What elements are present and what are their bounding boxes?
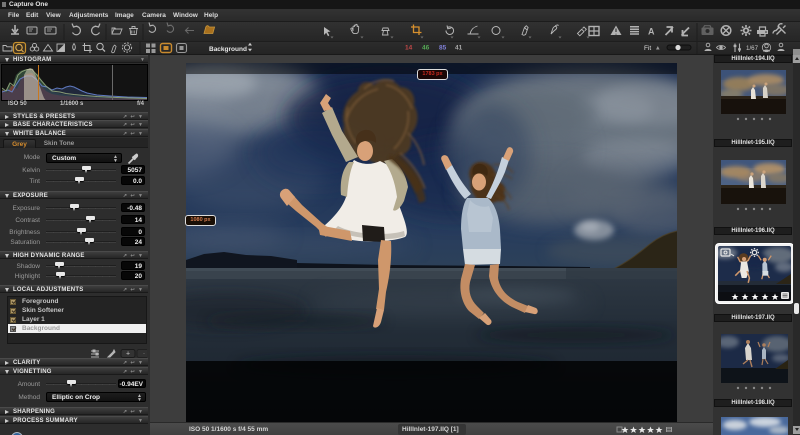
svg-text:14: 14 <box>405 45 413 52</box>
svg-text:+: + <box>126 351 130 358</box>
svg-text:Background: Background <box>209 46 247 53</box>
svg-text:-: - <box>143 351 145 357</box>
svg-text:A: A <box>648 27 655 37</box>
svg-text:Fit: Fit <box>644 45 651 52</box>
svg-text:1/67: 1/67 <box>746 45 759 52</box>
svg-text:46: 46 <box>422 45 430 52</box>
svg-text:85: 85 <box>439 45 447 52</box>
svg-text:41: 41 <box>455 45 463 52</box>
